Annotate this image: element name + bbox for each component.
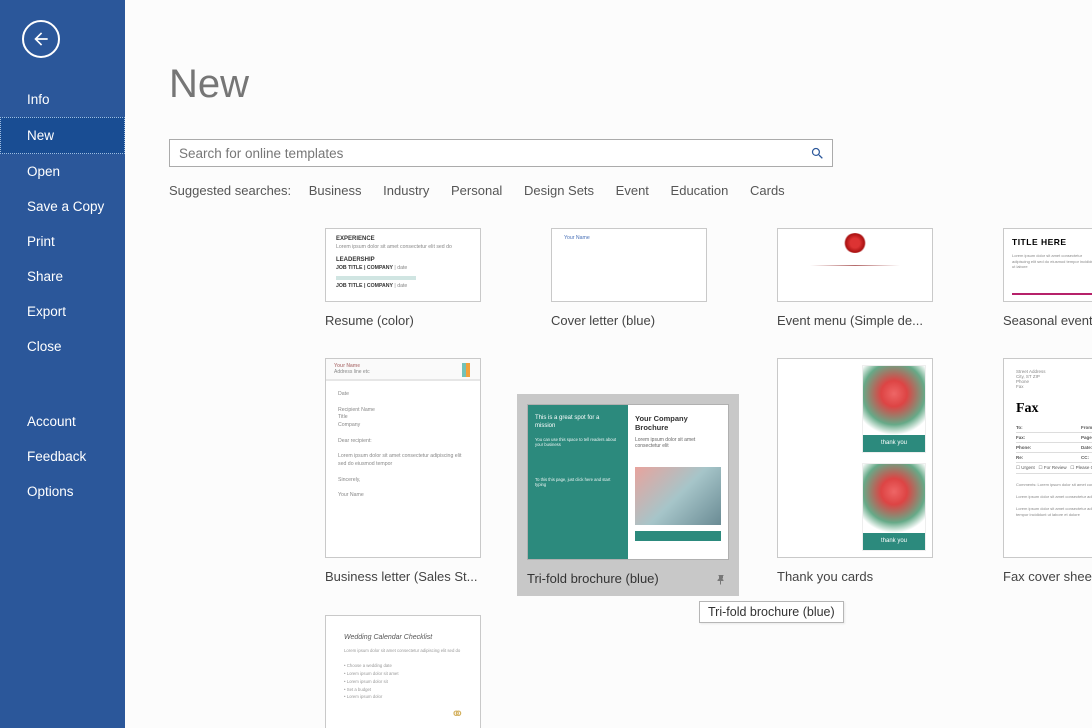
nav-feedback[interactable]: Feedback: [0, 439, 125, 474]
backstage-sidebar: Info New Open Save a Copy Print Share Ex…: [0, 0, 125, 728]
template-label: Tri-fold brochure (blue): [527, 571, 729, 586]
nav-new[interactable]: New: [0, 117, 125, 154]
template-tooltip: Tri-fold brochure (blue): [699, 601, 844, 623]
template-seasonal-flyer[interactable]: TITLE HERE Lorem ipsum dolor sit amet co…: [1003, 228, 1092, 328]
suggested-personal[interactable]: Personal: [451, 183, 502, 198]
flyer-title-text: TITLE HERE: [1012, 237, 1092, 247]
suggested-cards[interactable]: Cards: [750, 183, 785, 198]
templates-area: EXPERIENCE Lorem ipsum dolor sit amet co…: [169, 228, 1092, 728]
suggested-event[interactable]: Event: [616, 183, 649, 198]
suggested-business[interactable]: Business: [309, 183, 362, 198]
nav-share[interactable]: Share: [0, 259, 125, 294]
template-trifold-brochure[interactable]: This is a great spot for a mission You c…: [517, 394, 739, 596]
nav-export[interactable]: Export: [0, 294, 125, 329]
nav-open[interactable]: Open: [0, 154, 125, 189]
suggested-label: Suggested searches:: [169, 183, 291, 198]
suggested-industry[interactable]: Industry: [383, 183, 429, 198]
suggested-education[interactable]: Education: [671, 183, 729, 198]
back-button[interactable]: [22, 20, 60, 58]
page-title: New: [169, 62, 1092, 107]
nav-print[interactable]: Print: [0, 224, 125, 259]
arrow-left-icon: [31, 29, 51, 49]
template-label: Seasonal event flyer: [1003, 313, 1092, 328]
template-label: Thank you cards: [777, 569, 933, 584]
template-event-menu[interactable]: Event menu (Simple de...: [777, 228, 933, 328]
template-label: Cover letter (blue): [551, 313, 707, 328]
pin-icon[interactable]: [715, 574, 727, 586]
template-search: [169, 139, 833, 167]
wedding-title-text: Wedding Calendar Checklist: [344, 634, 462, 641]
nav-save-copy[interactable]: Save a Copy: [0, 189, 125, 224]
nav-list-bottom: Account Feedback Options: [0, 404, 125, 509]
template-fax-cover[interactable]: Street AddressCity, ST ZIPPhoneFax Compa…: [1003, 358, 1092, 584]
template-label: Event menu (Simple de...: [777, 313, 933, 328]
search-icon: [810, 146, 825, 161]
template-cover-letter-blue[interactable]: Your Name Cover letter (blue): [551, 228, 707, 328]
main-panel: New Suggested searches: Business Industr…: [125, 0, 1092, 728]
suggested-searches: Suggested searches: Business Industry Pe…: [169, 183, 1092, 198]
brochure-title-text: Your Company Brochure: [635, 415, 721, 432]
template-thank-you-cards[interactable]: thank you thank you Thank you cards: [777, 358, 933, 584]
template-label: Fax cover sheet (Profess...: [1003, 569, 1092, 584]
nav-close[interactable]: Close: [0, 329, 125, 364]
tooltip-text: Tri-fold brochure (blue): [708, 605, 835, 619]
template-resume-color[interactable]: EXPERIENCE Lorem ipsum dolor sit amet co…: [325, 228, 481, 328]
search-input[interactable]: [170, 140, 802, 166]
search-button[interactable]: [802, 140, 832, 166]
nav-options[interactable]: Options: [0, 474, 125, 509]
fax-heading: Fax: [1016, 401, 1092, 417]
brochure-spot-text: This is a great spot for a mission: [535, 415, 621, 431]
template-business-letter[interactable]: Your NameAddress line etc Date Recipient…: [325, 358, 481, 584]
template-label: Resume (color): [325, 313, 481, 328]
template-label: Business letter (Sales St...: [325, 569, 481, 584]
template-wedding-checklist[interactable]: Wedding Calendar Checklist Lorem ipsum d…: [325, 615, 481, 728]
nav-list-top: Info New Open Save a Copy Print Share Ex…: [0, 82, 125, 364]
nav-info[interactable]: Info: [0, 82, 125, 117]
nav-account[interactable]: Account: [0, 404, 125, 439]
suggested-design-sets[interactable]: Design Sets: [524, 183, 594, 198]
